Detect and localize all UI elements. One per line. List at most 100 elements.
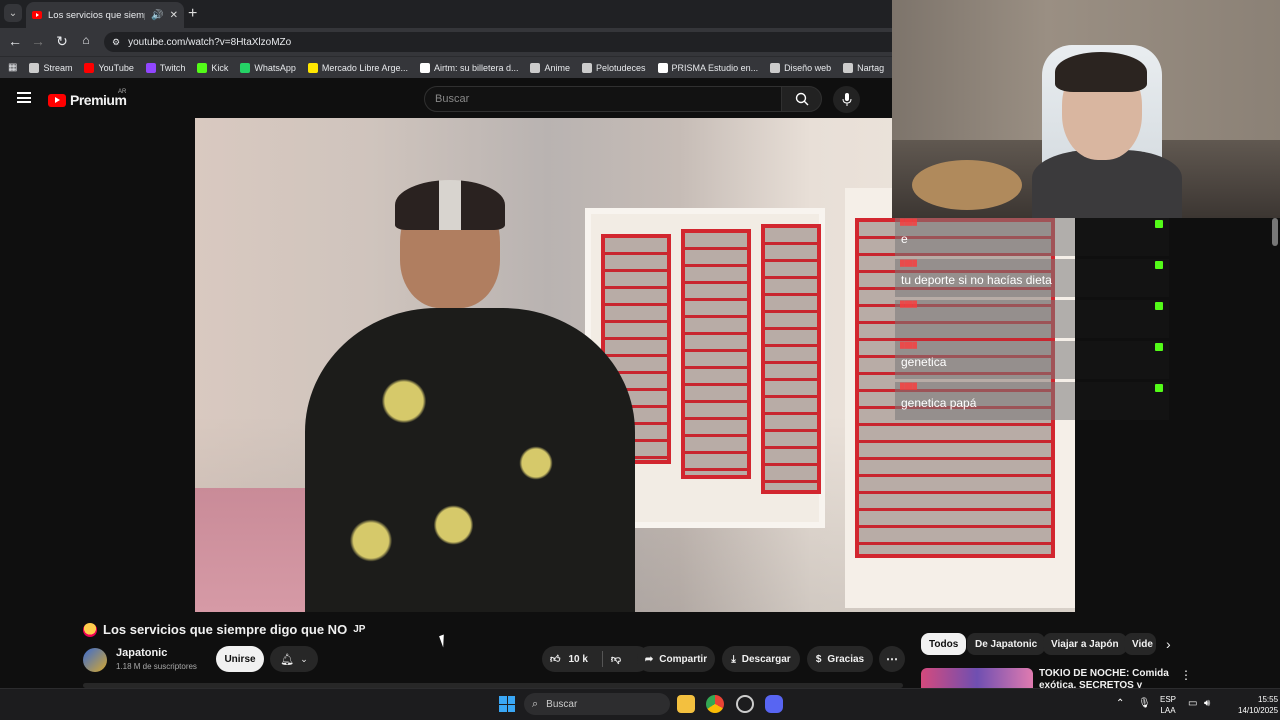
date: 14/10/2025	[1238, 706, 1279, 715]
kick-icon	[1155, 302, 1163, 310]
scrollbar-thumb[interactable]	[1272, 218, 1278, 246]
download-button[interactable]: ⤓ Descargar	[722, 646, 800, 672]
recommendation-thumbnail[interactable]	[921, 668, 1033, 688]
voice-search-button[interactable]	[833, 86, 860, 113]
obs-icon[interactable]	[736, 695, 754, 713]
home-icon[interactable]: ⌂	[77, 33, 95, 47]
japan-flag-badge: JP	[353, 624, 366, 635]
bookmark-item[interactable]: Airtm: su billetera d...	[419, 62, 518, 73]
streamer-webcam	[892, 0, 1280, 218]
chevron-right-icon[interactable]: ›	[1166, 636, 1171, 652]
kick-icon	[1155, 261, 1163, 269]
chevron-up-icon[interactable]: ⌃	[1116, 698, 1124, 709]
country-code: AR	[118, 89, 127, 95]
chip-videos[interactable]: Vide	[1124, 633, 1156, 655]
menu-icon[interactable]	[17, 92, 31, 103]
bookmark-label: Diseño web	[784, 62, 832, 73]
search-button[interactable]	[781, 86, 822, 112]
windows-start-icon[interactable]	[499, 696, 515, 712]
bookmark-label: Nartag	[857, 62, 885, 73]
language-indicator[interactable]: ESP LAA	[1160, 694, 1176, 716]
discord-icon[interactable]	[765, 695, 783, 713]
forward-arrow-icon[interactable]: →	[29, 33, 47, 49]
chip-de-japatonic[interactable]: De Japatonic	[967, 633, 1046, 655]
speaker-icon[interactable]: 🔊	[151, 10, 163, 21]
bookmark-item[interactable]: WhatsApp	[240, 62, 296, 73]
bookmark-item[interactable]: Anime	[530, 62, 570, 73]
youtube-icon	[84, 62, 95, 73]
bookmark-label: Mercado Libre Arge...	[321, 62, 408, 73]
new-tab-button[interactable]: +	[188, 5, 197, 23]
mercadolibre-icon	[307, 62, 318, 73]
chat-message-text: e	[901, 232, 908, 246]
recommendation-title[interactable]: TOKIO DE NOCHE: Comida exótica, SECRETOS…	[1039, 668, 1171, 688]
download-icon: ⤓	[731, 653, 736, 665]
download-label: Descargar	[741, 653, 791, 665]
chat-message-row	[895, 218, 1075, 256]
folder-icon	[530, 62, 541, 73]
address-bar[interactable]: ⚙ youtube.com/watch?v=8HtaXlzoMZo	[104, 32, 892, 52]
notification-button[interactable]: 🔔︎ ⌄	[270, 646, 318, 672]
browser-tab-active[interactable]: Los servicios que siempre 🔊 ✕	[26, 2, 184, 28]
bookmark-item[interactable]: Diseño web	[770, 62, 832, 73]
bookmark-item[interactable]: Mercado Libre Arge...	[307, 62, 408, 73]
chat-message-row	[895, 300, 1075, 338]
chat-username: ████	[900, 384, 918, 390]
like-dislike-group: 👍︎ 10 k 👎︎	[542, 646, 650, 672]
close-tab-icon[interactable]: ✕	[170, 10, 178, 21]
back-arrow-icon[interactable]: ←	[6, 33, 24, 49]
video-title-row: Los servicios que siempre digo que NO JP	[83, 622, 365, 637]
thanks-button[interactable]: $ Gracias	[807, 646, 873, 672]
taskbar-search-placeholder: Buscar	[546, 698, 578, 710]
bookmark-item[interactable]: Twitch	[145, 62, 186, 73]
bookmark-item[interactable]: Nartag	[843, 62, 885, 73]
url-text: youtube.com/watch?v=8HtaXlzoMZo	[128, 36, 292, 48]
more-vertical-icon[interactable]: ⋮	[1180, 668, 1192, 682]
network-icon[interactable]: ▭	[1188, 698, 1197, 709]
more-actions-button[interactable]: ⋯	[879, 646, 905, 672]
search-input[interactable]: Buscar	[424, 86, 782, 112]
dislike-button[interactable]: 👎︎	[611, 653, 621, 665]
site-info-icon[interactable]: ⚙	[112, 37, 120, 48]
youtube-favicon-icon	[32, 11, 42, 19]
apps-grid-icon[interactable]: ▦	[8, 62, 17, 73]
bookmark-item[interactable]: Pelotudeces	[582, 62, 646, 73]
bell-icon: 🔔︎	[280, 653, 295, 666]
taskbar-search[interactable]: ⌕ Buscar	[524, 693, 670, 715]
join-button[interactable]: Unirse	[216, 646, 264, 672]
search-icon: ⌕	[532, 697, 539, 710]
subscriber-count: 1.18 M de suscriptores	[116, 662, 197, 671]
wordpress-icon	[843, 62, 854, 73]
emoji-icon	[83, 622, 97, 637]
chip-viajar-a-japon[interactable]: Viajar a Japón	[1043, 633, 1127, 655]
channel-avatar[interactable]	[83, 648, 107, 672]
share-label: Compartir	[659, 653, 708, 665]
bookmark-item[interactable]: Stream	[29, 62, 72, 73]
bookmark-label: Anime	[544, 62, 570, 73]
bookmark-label: Twitch	[159, 62, 186, 73]
clock[interactable]: 15:55 14/10/2025	[1238, 694, 1278, 716]
bookmark-label: Kick	[211, 62, 229, 73]
chrome-icon[interactable]	[706, 695, 724, 713]
chat-message-text: genetica papá	[901, 396, 977, 410]
chat-username: ████	[900, 220, 918, 226]
mouse-cursor-icon	[439, 634, 448, 648]
kick-icon	[1155, 384, 1163, 392]
chat-username: ████	[900, 261, 918, 267]
chip-todos[interactable]: Todos	[921, 633, 967, 655]
bookmark-item[interactable]: PRISMA Estudio en...	[657, 62, 758, 73]
bookmark-item[interactable]: Kick	[197, 62, 229, 73]
youtube-logo[interactable]: Premium	[48, 92, 127, 108]
bookmark-label: WhatsApp	[254, 62, 296, 73]
tab-search-dropdown[interactable]: ⌄	[4, 4, 22, 22]
volume-icon[interactable]: 🔊︎	[1204, 698, 1210, 709]
share-icon: ➦	[644, 653, 654, 665]
reload-icon[interactable]: ↻	[53, 33, 71, 50]
file-explorer-icon[interactable]	[677, 695, 695, 713]
channel-name[interactable]: Japatonic	[116, 647, 167, 659]
microphone-icon[interactable]: 🎙︎	[1138, 698, 1151, 709]
like-button[interactable]: 👍︎ 10 k	[550, 653, 588, 666]
bookmark-item[interactable]: YouTube	[84, 62, 134, 73]
share-button[interactable]: ➦ Compartir	[637, 646, 715, 672]
kick-icon	[197, 62, 208, 73]
